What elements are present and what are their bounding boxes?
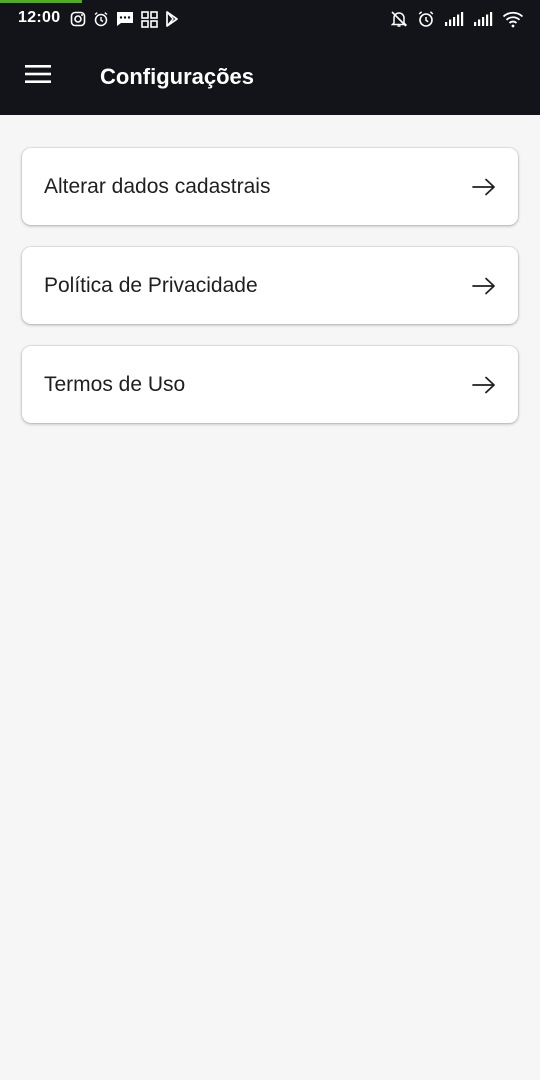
settings-item-label: Alterar dados cadastrais: [44, 175, 271, 198]
notifications-off-icon: [390, 10, 408, 28]
page-title: Configurações: [100, 64, 255, 89]
notification-icons: [70, 9, 179, 29]
settings-item-terms-of-use[interactable]: Termos de Uso: [22, 346, 518, 423]
alarm-icon: [93, 11, 109, 27]
app-bar: Configurações: [0, 37, 540, 115]
wifi-icon: [502, 10, 524, 28]
settings-item-privacy-policy[interactable]: Política de Privacidade: [22, 247, 518, 324]
status-bar: 12:00: [0, 0, 540, 37]
settings-item-label: Política de Privacidade: [44, 274, 258, 297]
arrow-right-icon: [472, 277, 495, 295]
progress-line: [0, 0, 82, 3]
menu-button[interactable]: [14, 54, 62, 98]
hamburger-menu-icon: [25, 64, 51, 89]
play-store-icon: [165, 11, 179, 27]
arrow-right-icon: [472, 376, 495, 394]
status-time: 12:00: [18, 9, 61, 26]
system-icons: [390, 8, 524, 30]
signal-icon: [473, 11, 493, 27]
arrow-right-icon: [472, 178, 495, 196]
instagram-icon: [70, 11, 86, 27]
signal-icon: [444, 11, 464, 27]
message-icon: [116, 11, 134, 27]
settings-list: Alterar dados cadastrais Política de Pri…: [22, 148, 518, 445]
qr-code-icon: [141, 10, 158, 28]
alarm-icon: [417, 10, 435, 28]
settings-item-label: Termos de Uso: [44, 373, 186, 396]
settings-item-edit-profile[interactable]: Alterar dados cadastrais: [22, 148, 518, 225]
